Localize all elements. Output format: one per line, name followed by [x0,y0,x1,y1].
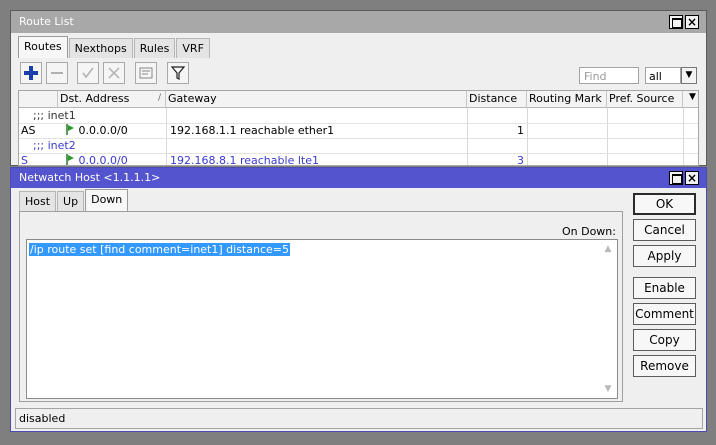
route-list-title: Route List [19,15,74,28]
filter-button[interactable] [167,62,189,84]
netwatch-host-window: Netwatch Host <1.1.1.1> × Host Up Down O… [10,167,707,432]
on-down-script-textarea[interactable]: /ip route set [find comment=inet1] dista… [26,239,618,399]
cancel-button[interactable]: Cancel [633,219,696,241]
tab-nexthops[interactable]: Nexthops [68,38,133,58]
comment-button[interactable] [135,62,157,84]
remove-button[interactable]: Remove [633,355,696,377]
flag-icon [66,154,74,165]
distance-column-header[interactable]: Distance [467,91,527,108]
route-gateway[interactable]: 192.168.1.1 reachable ether1 [170,123,334,138]
note-icon [139,67,153,79]
flags-column-header[interactable] [19,91,58,108]
netwatch-title: Netwatch Host <1.1.1.1> [19,171,161,184]
add-button[interactable] [20,62,42,84]
route-list-titlebar[interactable]: Route List [11,11,706,33]
scroll-down-icon[interactable]: ▼ [601,384,615,394]
check-icon [82,67,94,79]
netwatch-titlebar[interactable]: Netwatch Host <1.1.1.1> [11,168,706,188]
tab-host[interactable]: Host [19,191,57,211]
dst-address-header-label: Dst. Address [60,92,130,105]
apply-button[interactable]: Apply [633,245,696,267]
find-placeholder: Find [584,70,607,83]
remove-button[interactable] [46,62,68,84]
routes-table: Dst. Address / Gateway Distance Routing … [18,90,699,166]
table-row[interactable]: 0.0.0.0/0 [66,153,128,166]
route-dst-address: 0.0.0.0/0 [78,124,128,137]
close-icon[interactable]: × [685,171,699,185]
disable-button[interactable] [103,62,125,84]
maximize-icon[interactable] [669,15,683,29]
tab-rules[interactable]: Rules [133,38,176,58]
plus-icon [24,66,38,80]
tab-up[interactable]: Up [57,191,85,211]
column-menu-button[interactable]: ▼ [681,67,697,84]
dst-address-column-header[interactable]: Dst. Address / [58,91,166,108]
route-flags[interactable]: S [21,153,28,165]
down-tab-panel: On Down: /ip route set [find comment=ine… [19,211,623,402]
close-icon[interactable]: × [685,15,699,29]
table-row[interactable]: 0.0.0.0/0 [66,123,128,138]
status-text: disabled [19,412,66,425]
filter-select-value: all [649,70,662,83]
cross-icon [108,67,120,79]
status-bar: disabled [15,408,703,429]
flag-icon [66,124,74,135]
minus-icon [51,72,63,74]
route-comment: ;;; inet1 [33,109,76,122]
sort-indicator: / [157,93,161,103]
route-gateway[interactable]: 192.168.8.1 reachable lte1 [170,153,319,165]
script-text: /ip route set [find comment=inet1] dista… [29,243,290,256]
routing-mark-column-header[interactable]: Routing Mark [527,91,607,108]
route-comment: ;;; inet2 [33,139,76,152]
find-input[interactable]: Find [579,67,639,84]
script-scrollbar[interactable]: ▲ ▼ [601,242,615,396]
route-list-window: Route List × Routes Nexthops Rules VRF F… [10,10,707,166]
route-flags[interactable]: AS [21,123,36,138]
filter-icon [170,66,186,80]
route-distance[interactable]: 3 [467,153,524,165]
filter-select[interactable]: all [645,67,681,84]
maximize-icon[interactable] [669,171,683,185]
route-dst-address: 0.0.0.0/0 [78,154,128,166]
copy-button[interactable]: Copy [633,329,696,351]
enable-button[interactable]: Enable [633,277,696,299]
on-down-label: On Down: [561,225,616,238]
pref-source-column-header[interactable]: Pref. Source [607,91,683,108]
tab-vrf[interactable]: VRF [176,38,210,58]
tab-down[interactable]: Down [85,189,129,211]
columns-dropdown-icon[interactable]: ▼ [683,91,698,108]
scroll-up-icon[interactable]: ▲ [601,244,615,254]
route-distance[interactable]: 1 [467,123,524,138]
tab-routes[interactable]: Routes [18,36,68,58]
route-tabs: Routes Nexthops Rules VRF [18,36,211,58]
comment-button[interactable]: Comment [633,303,696,325]
netwatch-tabs: Host Up Down [19,189,129,211]
ok-button[interactable]: OK [633,193,696,215]
gateway-column-header[interactable]: Gateway [166,91,467,108]
enable-button[interactable] [77,62,99,84]
